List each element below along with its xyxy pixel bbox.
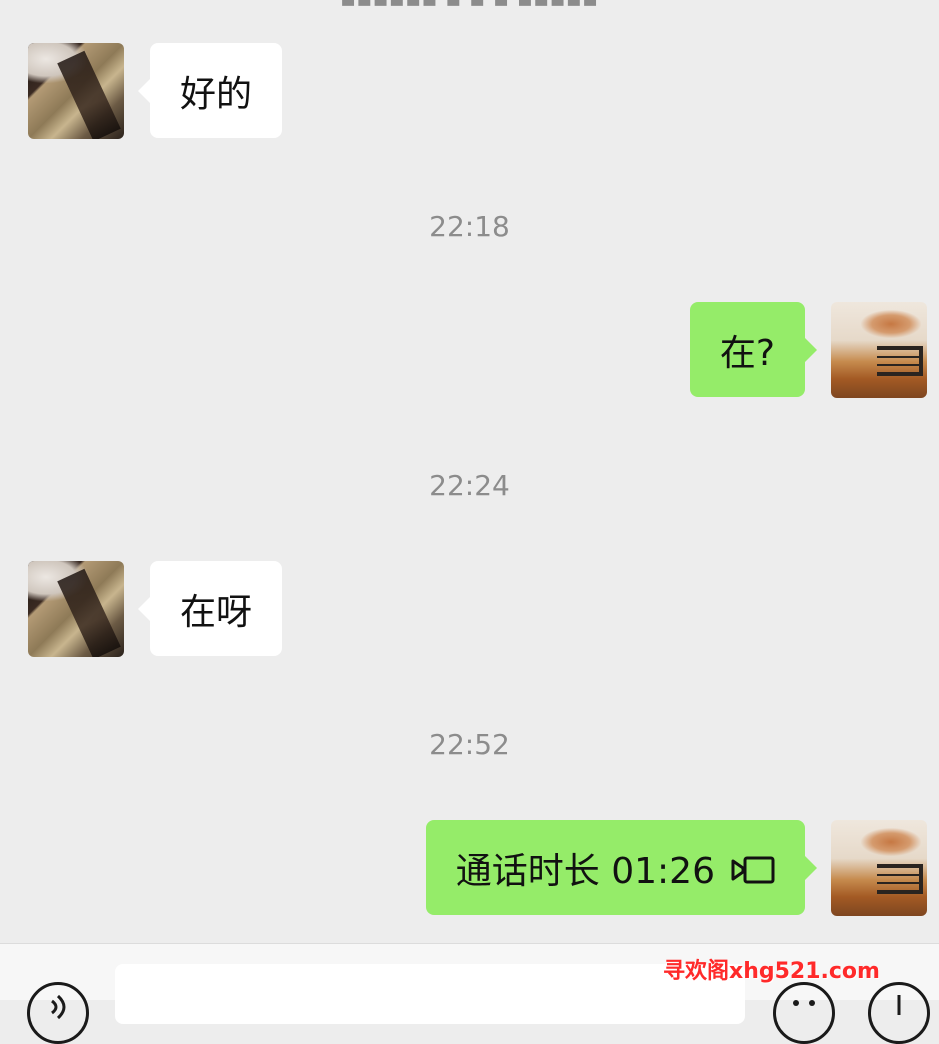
message-text: 在?: [719, 332, 775, 374]
more-button[interactable]: [868, 982, 930, 1044]
message-text: 在呀: [180, 591, 253, 633]
voice-icon: [51, 994, 66, 1020]
message-timestamp: 22:18: [429, 210, 510, 243]
my-avatar[interactable]: [831, 302, 927, 398]
received-message[interactable]: 好的: [137, 43, 283, 138]
received-message[interactable]: 在呀: [137, 561, 283, 656]
my-avatar[interactable]: [831, 820, 927, 916]
contact-avatar[interactable]: [28, 43, 124, 139]
message-timestamp: 22:52: [429, 728, 510, 761]
message-text: 好的: [180, 73, 253, 115]
plus-icon: [897, 995, 901, 1015]
emoji-icon: [793, 1000, 815, 1006]
message-text: 通话时长 01:26: [455, 850, 715, 892]
call-record-message[interactable]: 通话时长 01:26: [425, 820, 818, 915]
emoji-button[interactable]: [773, 982, 835, 1044]
message-input[interactable]: [115, 964, 745, 1024]
header-partial-text: ▪▪▪▪▪▪ ▪ ▪ ▪ ▪▪▪▪▪: [340, 0, 610, 6]
watermark-text: 寻欢阁xhg521.com: [663, 959, 880, 984]
voice-button[interactable]: [27, 982, 89, 1044]
video-call-icon: [731, 853, 775, 883]
sent-message[interactable]: 在?: [689, 302, 818, 397]
chat-area: ▪▪▪▪▪▪ ▪ ▪ ▪ ▪▪▪▪▪ 好的 22:18 在? 22:24 在呀 …: [0, 0, 939, 943]
contact-avatar[interactable]: [28, 561, 124, 657]
message-timestamp: 22:24: [429, 469, 510, 502]
